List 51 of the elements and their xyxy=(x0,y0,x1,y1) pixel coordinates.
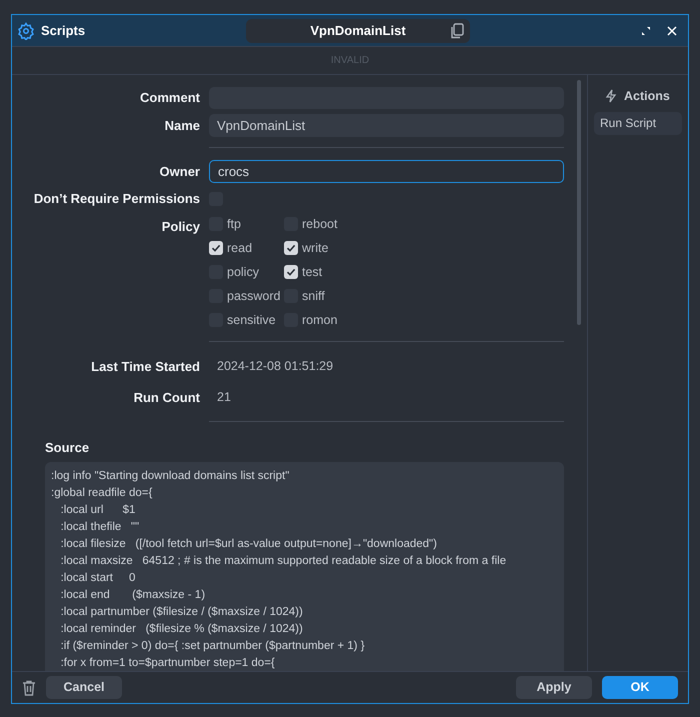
checkbox-label: password xyxy=(227,288,280,305)
checkbox-label: read xyxy=(227,240,252,257)
checkbox[interactable] xyxy=(284,241,298,255)
field-label: Comment xyxy=(139,89,200,108)
code-line: :global readfile do={ xyxy=(51,486,154,500)
owner-field[interactable]: crocs xyxy=(209,160,564,183)
code-line: :local url $1 xyxy=(60,502,136,518)
checkbox[interactable] xyxy=(209,241,223,255)
value-text: 2024-12-08 01:51:29 xyxy=(217,358,334,376)
field-label: Owner xyxy=(158,162,200,181)
window-title: Scripts xyxy=(41,22,86,40)
field-label: Don’t Require Permissions xyxy=(32,190,200,208)
code-line: :if ($reminder > 0) do={ :set partnumber ($partnumber + 1) } xyxy=(60,638,366,654)
field-label: Policy xyxy=(160,218,200,236)
checkbox-label: write xyxy=(302,240,328,257)
checkbox-label: romon xyxy=(302,312,338,329)
close-icon[interactable] xyxy=(667,26,677,36)
code-line: :local partnumber ($filesize / ($maxsize / 1024)) xyxy=(60,604,304,620)
code-line: :local start 0 xyxy=(60,570,136,586)
scrollbar[interactable] xyxy=(577,80,581,325)
copy-icon[interactable] xyxy=(450,22,464,38)
code-line: :for x from=1 to=$partnumber step=1 do={ xyxy=(60,656,276,670)
trash-icon[interactable] xyxy=(22,680,36,696)
actions-heading: Actions xyxy=(624,88,670,105)
source-editor[interactable] xyxy=(45,462,564,671)
checkbox-label: reboot xyxy=(302,216,338,233)
run-script-button[interactable]: Run Script xyxy=(594,112,682,135)
code-line: :local maxsize 64512 ; # is the maximum supported readable size of a block from a file xyxy=(60,554,508,568)
record-name: VpnDomainList xyxy=(310,22,406,40)
code-line: :local end ($maxsize - 1) xyxy=(60,588,206,602)
apply-button[interactable]: Apply xyxy=(516,676,592,699)
source-label: Source xyxy=(45,439,90,457)
code-line: :local reminder ($filesize % ($maxsize / 1024)) xyxy=(60,622,304,636)
code-line: :local filesize ([/tool fetch url=$url as-value output=none]→"downloaded") xyxy=(60,536,438,552)
checkbox-label: ftp xyxy=(227,216,241,233)
checkbox-label: sensitive xyxy=(227,312,276,329)
cancel-button[interactable]: Cancel xyxy=(46,676,122,699)
value-text: 21 xyxy=(217,388,231,406)
code-line: :local thefile "" xyxy=(60,520,140,534)
expand-icon[interactable] xyxy=(641,26,651,36)
field-label: Run Count xyxy=(132,388,200,406)
field-label: Last Time Started xyxy=(90,358,200,376)
code-line: :log info "Starting download domains list script" xyxy=(51,468,290,484)
checkbox-label: sniff xyxy=(302,288,325,305)
lightning-icon xyxy=(604,89,618,104)
name-field[interactable]: VpnDomainList xyxy=(209,114,564,137)
checkbox[interactable] xyxy=(284,265,298,279)
field-label: Name xyxy=(164,116,200,135)
checkbox-label: test xyxy=(302,264,322,281)
gear-icon xyxy=(17,22,35,40)
checkbox-label: policy xyxy=(227,264,259,281)
